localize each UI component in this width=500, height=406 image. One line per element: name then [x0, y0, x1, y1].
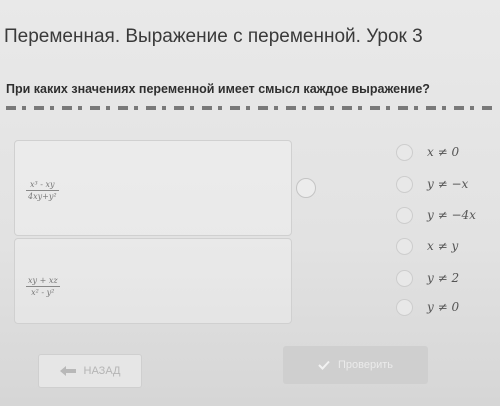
arrow-left-icon	[59, 366, 76, 376]
divider	[6, 106, 494, 110]
option-label: x ≠ y	[427, 239, 459, 253]
option-radio[interactable]	[396, 237, 413, 255]
expression-denominator: x² - y²	[31, 288, 55, 297]
check-button[interactable]: Проверить	[283, 346, 428, 384]
option-radio[interactable]	[396, 206, 413, 224]
expression-denominator: 4xy+y²	[28, 192, 57, 201]
option-4[interactable]: x ≠ y	[396, 234, 500, 258]
option-radio[interactable]	[396, 269, 413, 287]
expression-numerator: xy + xz	[28, 276, 58, 285]
expression-numerator: x³ - xy	[30, 180, 55, 189]
option-label: y ≠ −4x	[427, 208, 476, 222]
check-icon	[318, 360, 330, 370]
expression-fraction-2: xy + xz x² - y²	[26, 276, 60, 297]
option-label: y ≠ 0	[427, 300, 460, 314]
option-5[interactable]: y ≠ 2	[396, 266, 500, 290]
match-target-1[interactable]	[296, 178, 316, 198]
option-radio[interactable]	[396, 143, 413, 161]
option-6[interactable]: y ≠ 0	[396, 295, 500, 319]
back-button-label: НАЗАД	[83, 365, 121, 377]
option-3[interactable]: y ≠ −4x	[396, 203, 500, 227]
back-button[interactable]: НАЗАД	[38, 354, 142, 388]
task-question: При каких значениях переменной имеет смы…	[6, 82, 430, 96]
check-button-label: Проверить	[337, 359, 393, 371]
option-radio[interactable]	[396, 298, 413, 316]
option-label: y ≠ −x	[427, 177, 469, 191]
option-label: y ≠ 2	[427, 271, 460, 285]
option-2[interactable]: y ≠ −x	[396, 172, 500, 196]
fraction-bar	[26, 286, 60, 287]
fraction-bar	[26, 190, 59, 191]
option-1[interactable]: x ≠ 0	[396, 140, 500, 164]
expression-fraction-1: x³ - xy 4xy+y²	[26, 180, 59, 201]
page-title: Переменная. Выражение с переменной. Урок…	[4, 26, 423, 47]
option-radio[interactable]	[396, 175, 413, 193]
option-label: x ≠ 0	[427, 145, 460, 159]
